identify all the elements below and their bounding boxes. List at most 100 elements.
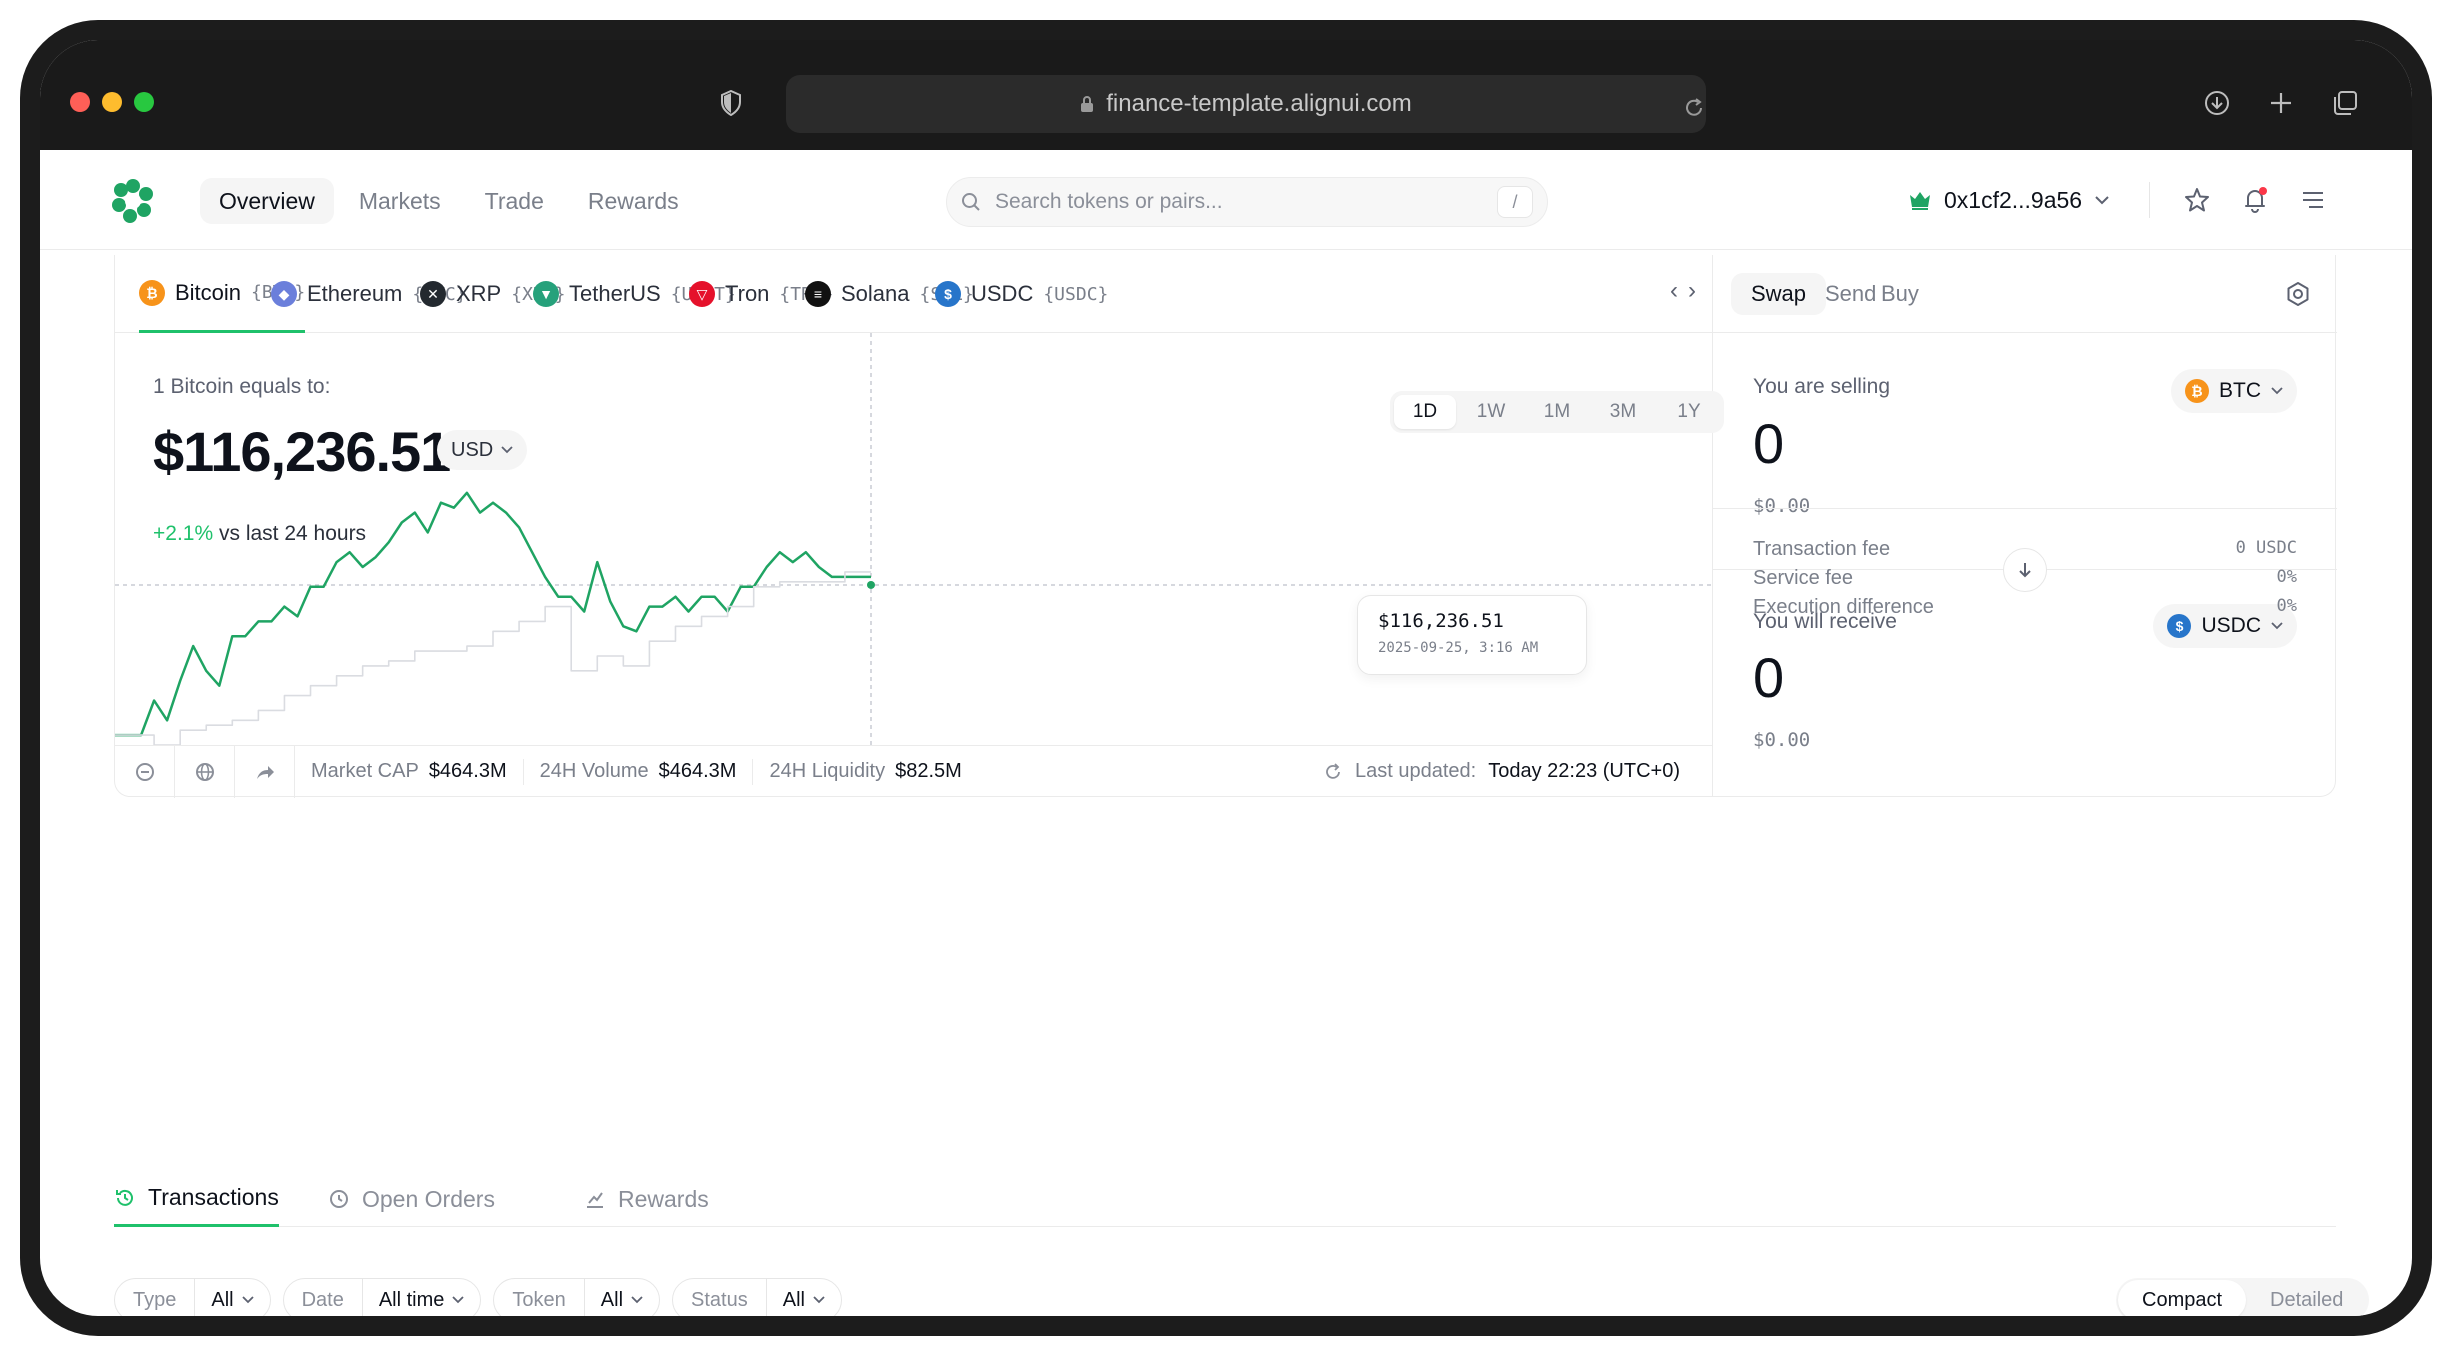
price-line: [115, 491, 871, 737]
token-name: Ethereum: [307, 281, 403, 306]
refresh-icon[interactable]: [1323, 762, 1343, 782]
token-tabs: ₿Bitcoin{BTC}◆Ethereum{ETC}✕XRP{XRP}▼Tet…: [115, 255, 1712, 333]
nav-overview[interactable]: Overview: [200, 178, 334, 224]
token-name: USDC: [971, 281, 1034, 306]
new-tab-icon[interactable]: [2264, 86, 2298, 120]
filter-label: Type: [115, 1279, 196, 1316]
filter-value: All: [767, 1289, 841, 1312]
xrp-icon: ✕: [420, 281, 446, 307]
header-divider: [2149, 182, 2150, 218]
filter-status[interactable]: Status All: [672, 1278, 842, 1316]
swap-panel-extension: [1712, 250, 2336, 1172]
url-text: finance-template.alignui.com: [1106, 90, 1412, 117]
chart-tooltip: $116,236.51 2025-09-25, 3:16 AM: [1357, 595, 1587, 675]
maximize-window-button[interactable]: [134, 92, 154, 112]
tab-open-orders[interactable]: Open Orders: [328, 1171, 495, 1227]
menu-icon[interactable]: [2294, 181, 2332, 219]
chevron-left-icon[interactable]: ‹: [1670, 277, 1678, 305]
reload-icon[interactable]: [1682, 96, 1706, 120]
chevron-right-icon[interactable]: ›: [1688, 277, 1696, 305]
current-point: [867, 580, 875, 589]
chevron-down-icon: [241, 1296, 254, 1304]
updated-value: Today 22:23 (UTC+0): [1488, 760, 1680, 782]
stat-value: $464.3M: [658, 760, 737, 782]
token-name: XRP: [456, 281, 502, 306]
tab-transactions[interactable]: Transactions: [114, 1171, 279, 1227]
token-name: Solana: [841, 281, 910, 306]
share-icon[interactable]: [235, 745, 295, 798]
chevron-down-icon: [813, 1296, 825, 1304]
address-bar[interactable]: finance-template.alignui.com: [786, 75, 1706, 133]
tab-label: Open Orders: [362, 1185, 495, 1212]
stat-market-cap: Market CAP $464.3M: [295, 758, 524, 785]
tab-label: Rewards: [618, 1185, 709, 1212]
star-icon[interactable]: [2178, 181, 2216, 219]
filter-value: All: [585, 1289, 659, 1312]
coin-stack-icon[interactable]: [115, 745, 175, 798]
download-icon[interactable]: [2200, 86, 2234, 120]
wallet-selector[interactable]: 0x1cf2...9a56: [1908, 180, 2110, 220]
search-input[interactable]: Search tokens or pairs... /: [946, 177, 1548, 227]
filter-token[interactable]: Token All: [493, 1278, 661, 1316]
chevron-down-icon: [631, 1296, 643, 1304]
view-compact[interactable]: Compact: [2118, 1280, 2247, 1316]
stat-label: 24H Volume: [539, 760, 649, 782]
device-frame: finance-template.alignui.com Overview Ma…: [20, 20, 2432, 1336]
nav-markets[interactable]: Markets: [340, 178, 460, 224]
tetherus-icon: ▼: [533, 281, 559, 307]
globe-icon[interactable]: [175, 745, 235, 798]
browser-window: finance-template.alignui.com Overview Ma…: [40, 40, 2412, 1316]
browser-chrome: finance-template.alignui.com: [40, 40, 2412, 150]
last-updated: Last updated: Today 22:23 (UTC+0): [1323, 760, 1712, 783]
filter-label: Status: [673, 1279, 767, 1316]
price-chart[interactable]: [115, 333, 1713, 745]
view-detailed[interactable]: Detailed: [2246, 1280, 2367, 1316]
filter-label: Date: [284, 1279, 363, 1316]
ethereum-icon: ◆: [271, 281, 297, 307]
stat-24h-volume: 24H Volume $464.3M: [524, 758, 754, 785]
bitcoin-icon: ₿: [139, 279, 165, 306]
tron-icon: ▽: [689, 281, 715, 307]
search-shortcut: /: [1497, 186, 1533, 218]
tooltip-time: 2025-09-25, 3:16 AM: [1378, 640, 1539, 656]
history-icon: [116, 1189, 133, 1206]
search-icon: [962, 193, 980, 211]
market-stats-bar: Market CAP $464.3M 24H Volume $464.3M 24H …: [115, 745, 1712, 798]
search-placeholder: Search tokens or pairs...: [995, 190, 1223, 213]
wallet-address: 0x1cf2...9a56: [1944, 186, 2083, 213]
chevron-down-icon: [2095, 196, 2109, 205]
filter-type[interactable]: Type All: [114, 1278, 271, 1316]
usdc-icon: $: [935, 281, 961, 307]
stat-24h-liquidity: 24H Liquidity $82.5M: [753, 759, 977, 785]
token-scroll-arrows: ‹ ›: [1670, 277, 1696, 305]
lock-icon: [1081, 96, 1094, 112]
filter-value: All time: [363, 1289, 481, 1312]
tab-rewards[interactable]: Rewards: [584, 1171, 709, 1227]
stat-label: Market CAP: [311, 760, 419, 782]
tooltip-price: $116,236.51: [1378, 610, 1504, 632]
nav-rewards[interactable]: Rewards: [569, 178, 698, 224]
price-panel: ₿Bitcoin{BTC}◆Ethereum{ETC}✕XRP{XRP}▼Tet…: [115, 255, 1724, 798]
main-nav: Overview Markets Trade Rewards: [200, 178, 698, 224]
token-name: Tron: [725, 281, 770, 306]
token-tab-usdc[interactable]: $ USDC {USDC}: [935, 255, 1108, 333]
activity-tabs: Transactions Open Orders Rewards: [114, 1171, 2336, 1227]
token-name: Bitcoin: [175, 279, 242, 305]
solana-icon: ≡: [805, 281, 831, 307]
filter-label: Token: [494, 1279, 585, 1316]
filter-date[interactable]: Date All time: [282, 1278, 482, 1316]
close-window-button[interactable]: [70, 92, 90, 112]
tab-label: Transactions: [148, 1184, 279, 1210]
notification-bell-icon[interactable]: [2236, 181, 2274, 219]
nav-trade[interactable]: Trade: [466, 178, 563, 224]
shield-icon[interactable]: [714, 86, 748, 120]
tabs-overview-icon[interactable]: [2328, 86, 2362, 120]
token-ticker: {USDC}: [1043, 283, 1109, 305]
filter-bar: Type All Date All time Token All Status All: [114, 1278, 842, 1316]
crown-icon: [1910, 192, 1930, 210]
reference-line: [115, 571, 871, 745]
minimize-window-button[interactable]: [102, 92, 122, 112]
stat-value: $464.3M: [428, 760, 507, 782]
stat-value: $82.5M: [895, 760, 962, 782]
logo-icon[interactable]: [110, 178, 156, 224]
